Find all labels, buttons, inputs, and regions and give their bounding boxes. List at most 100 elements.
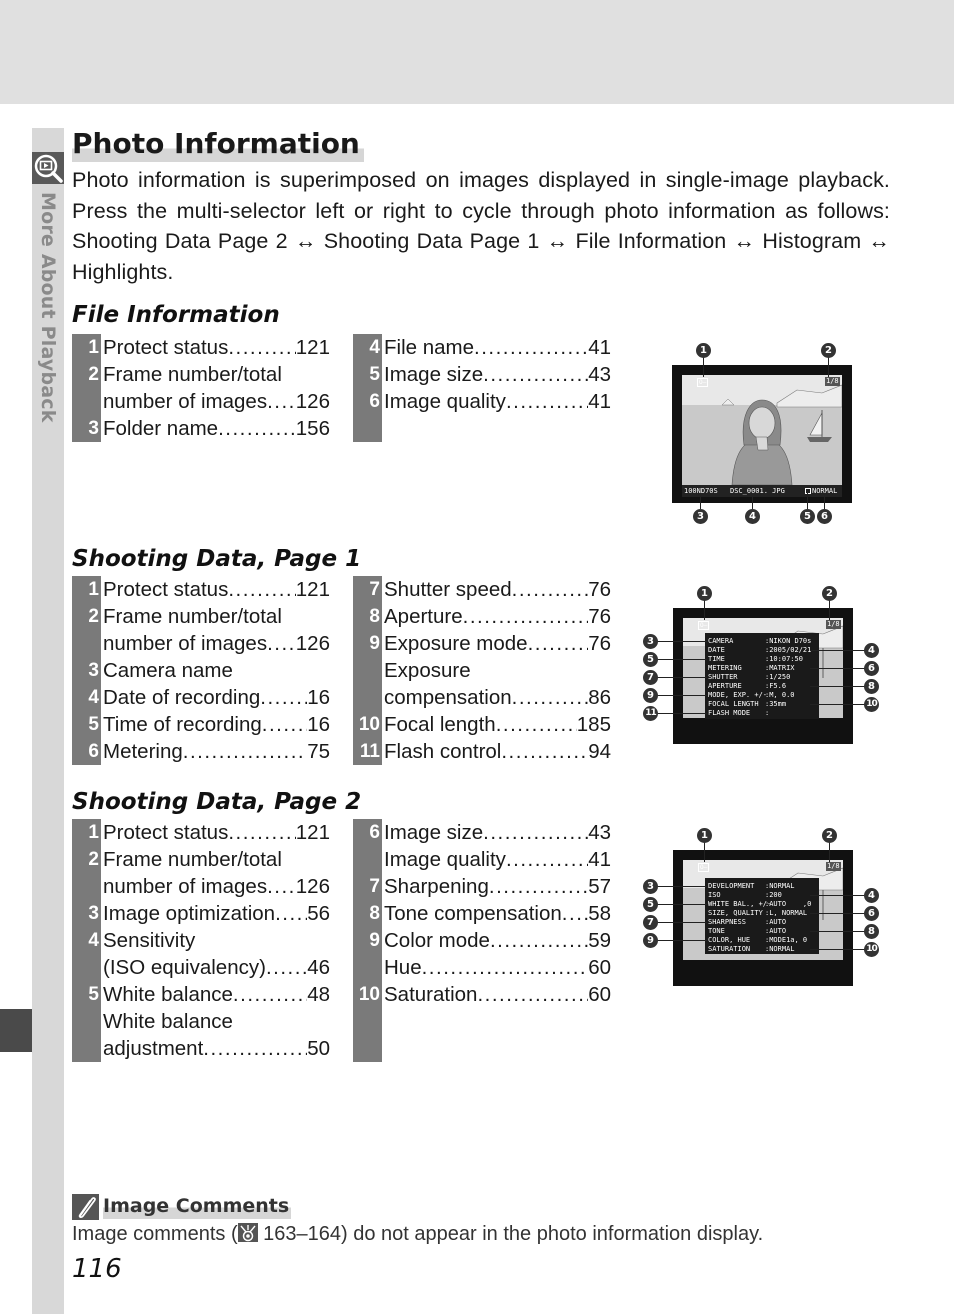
list-item: 5White balance 48 (72, 981, 330, 1008)
item-number: 6 (88, 741, 99, 762)
item-number: 9 (369, 930, 380, 951)
list-item: (ISO equivalency) 46 (72, 954, 330, 981)
item-label: Image optimization (103, 902, 276, 925)
callout-2: 2 (822, 828, 837, 843)
protect-status-indicator: O— (698, 863, 710, 872)
item-text: Tone compensation 58 (382, 900, 611, 927)
list-item: Hue 60 (353, 954, 611, 981)
list-item: 11Flash control 94 (353, 738, 611, 765)
list-item: 1Protect status 121 (72, 334, 330, 361)
page-reference: 59 (588, 929, 611, 952)
callout-3: 3 (643, 634, 658, 649)
item-text: Aperture 76 (382, 603, 611, 630)
item-text: Color mode 59 (382, 927, 611, 954)
leader-line (810, 686, 866, 687)
item-label: Image size (384, 363, 484, 386)
leader-line (704, 600, 705, 620)
page-reference: 58 (588, 902, 611, 925)
item-number: 2 (88, 606, 99, 627)
frame-counter: 1/8 (826, 620, 841, 629)
data-key: MODE, EXP. +/- (708, 691, 768, 699)
item-text: Image quality 41 (382, 388, 611, 415)
item-label: Focal length (384, 713, 496, 736)
item-text: Frame number/total (101, 603, 330, 630)
item-text (382, 1035, 611, 1062)
chapter-label: More About Playback (37, 192, 59, 423)
list-item: 4File name 41 (353, 334, 611, 361)
item-number: 4 (88, 687, 99, 708)
item-text: number of images 126 (101, 630, 330, 657)
item-text: Metering 75 (101, 738, 330, 765)
leader-dots (477, 981, 588, 1008)
list-item: 5Time of recording 16 (72, 711, 330, 738)
list-item: 2 Frame number/total (72, 603, 330, 630)
leader-dots (262, 711, 307, 738)
leader-line (829, 842, 830, 862)
file-info-list-left: 1Protect status121 2Frame number/totalnum… (72, 334, 330, 442)
item-label: Flash control (384, 740, 502, 763)
item-text: Flash control 94 (382, 738, 611, 765)
data-key: SIZE, QUALITY (708, 909, 763, 917)
list-item: 10Saturation 60 (353, 981, 611, 1008)
leader-line (655, 713, 707, 714)
data-key: SHUTTER (708, 673, 738, 681)
item-number (72, 1035, 101, 1062)
item-number: 1 (88, 579, 99, 600)
callout-2: 2 (821, 343, 836, 358)
item-number (353, 954, 382, 981)
callout-3: 3 (643, 879, 658, 894)
page-reference-icon (237, 1223, 258, 1242)
section-heading-file-information: File Information (72, 302, 280, 328)
shooting-data-2-screen-figure: O— 1/8 DEVELOPMENT:NORMAL ISO:200 WHITE BA… (640, 826, 885, 991)
item-number (72, 1008, 101, 1035)
shooting-data-1-list-right: 7Shutter speed 768Aperture769Exposure mo… (353, 576, 611, 765)
page-reference: 46 (307, 956, 330, 979)
data-key: WHITE BAL., +/- (708, 900, 772, 908)
item-label: Sensitivity (103, 929, 196, 952)
callout-8: 8 (864, 679, 879, 694)
callout-7: 7 (643, 915, 658, 930)
leader-line (655, 922, 707, 923)
list-item: number of images 126 (72, 873, 330, 900)
page-reference: 76 (588, 632, 611, 655)
item-text: Frame number/total (101, 846, 330, 873)
leader-dots (562, 900, 588, 927)
callout-6: 6 (864, 661, 879, 676)
item-number: 4 (88, 930, 99, 951)
item-text: File name 41 (382, 334, 611, 361)
item-number: 2 (88, 364, 99, 385)
leader-dots (267, 388, 296, 415)
callout-1: 1 (696, 343, 711, 358)
list-item: compensation 86 (353, 684, 611, 711)
list-item: number of images 126 (72, 388, 330, 415)
leader-line (655, 641, 707, 642)
item-text: number of images 126 (101, 873, 330, 900)
item-text: adjustment 50 (101, 1035, 330, 1062)
item-text: Frame number/total (101, 361, 330, 388)
leader-line (810, 931, 866, 932)
item-number: 5 (88, 714, 99, 735)
leader-line (828, 357, 829, 377)
item-text: Shutter speed 76 (382, 576, 611, 603)
callout-1: 1 (697, 828, 712, 843)
data-key: FLASH MODE (708, 709, 751, 717)
page-reference: 48 (307, 983, 330, 1006)
data-key: DATE (708, 646, 725, 654)
item-label: Protect status (103, 821, 229, 844)
leader-line (704, 842, 705, 862)
chapter-tab-marker (0, 1009, 32, 1052)
leader-dots (528, 630, 589, 657)
item-text: Image size 43 (382, 819, 611, 846)
item-number: 5 (369, 364, 380, 385)
leader-dots (474, 334, 588, 361)
leader-line (810, 949, 866, 950)
item-text: Camera name (101, 657, 330, 684)
list-item: White balance (72, 1008, 330, 1035)
item-text: Saturation 60 (382, 981, 611, 1008)
list-item: 6Image quality 41 (353, 388, 611, 415)
item-number: 10 (358, 714, 380, 735)
data-value: :NORMAL (765, 945, 795, 953)
item-label: Image quality (384, 390, 506, 413)
page-number: 116 (72, 1254, 122, 1284)
data-key: SATURATION (708, 945, 751, 953)
